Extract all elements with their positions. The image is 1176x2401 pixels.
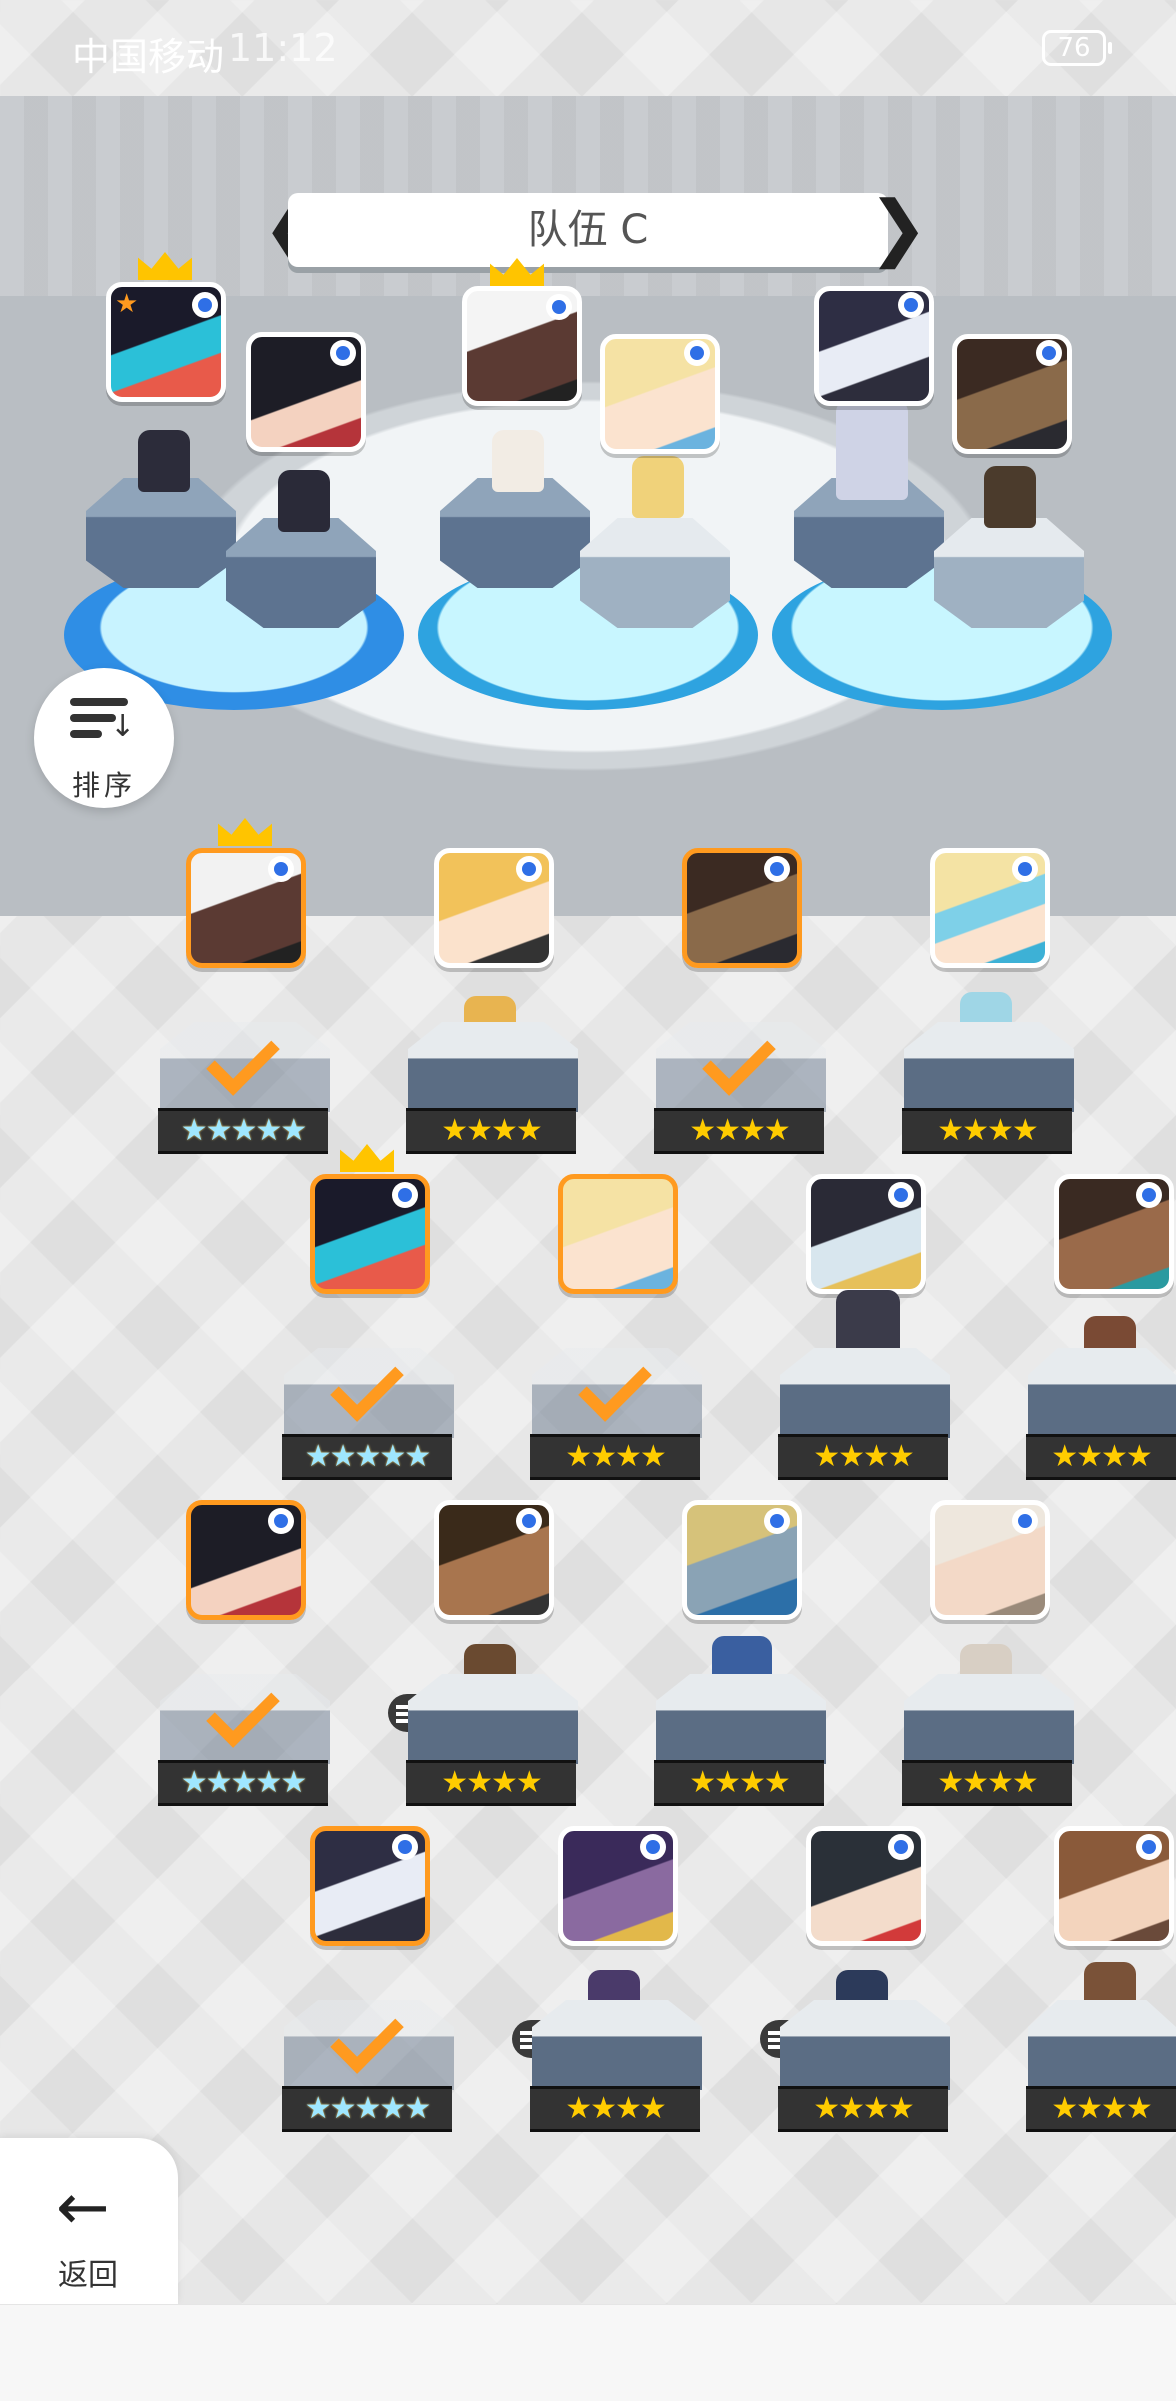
star-rating: ★★★★ — [778, 1434, 948, 1480]
star-rating: ★★★★★ — [282, 1434, 452, 1480]
team-pedestal — [86, 478, 236, 588]
hero-pedestal — [408, 1022, 578, 1112]
hero-pedestal — [780, 1348, 950, 1438]
leader-star-icon: ★ — [115, 289, 139, 319]
star-rating: ★★★★ — [654, 1760, 824, 1806]
hero-card-6[interactable] — [558, 1174, 678, 1294]
online-dot-icon — [1012, 1508, 1038, 1534]
online-dot-icon — [392, 1182, 418, 1208]
star-rating: ★★★★ — [1026, 1434, 1176, 1480]
online-dot-icon — [516, 1508, 542, 1534]
online-dot-icon — [764, 1508, 790, 1534]
hero-pedestal — [408, 1674, 578, 1764]
carrier-label: 中国移动 — [72, 35, 225, 79]
team-sprite — [278, 470, 330, 532]
team-pedestal — [440, 478, 590, 588]
hero-pedestal — [1028, 2000, 1176, 2090]
hero-pedestal — [780, 2000, 950, 2090]
star-rating: ★★★★★ — [158, 1760, 328, 1806]
sort-button[interactable]: ↓ 排序 — [34, 668, 174, 808]
star-rating: ★★★★ — [778, 2086, 948, 2132]
online-dot-icon — [546, 294, 572, 320]
online-dot-icon — [684, 340, 710, 366]
hero-pedestal — [1028, 1348, 1176, 1438]
online-dot-icon — [268, 1508, 294, 1534]
next-team-button[interactable]: ❯ — [868, 188, 928, 272]
sort-label: 排序 — [71, 769, 136, 802]
online-dot-icon — [1012, 856, 1038, 882]
team-pedestal — [934, 518, 1084, 628]
team-sprite — [632, 456, 684, 518]
team-sprite — [984, 466, 1036, 528]
star-rating: ★★★★ — [530, 2086, 700, 2132]
star-rating: ★★★★ — [654, 1108, 824, 1154]
online-dot-icon — [268, 856, 294, 882]
team-sprite — [836, 400, 908, 500]
clock: 11:12 — [228, 26, 338, 70]
online-dot-icon — [1036, 340, 1062, 366]
team-sprite — [492, 430, 544, 492]
star-rating: ★★★★ — [406, 1760, 576, 1806]
status-bar: 中国移动 11:12 76 — [0, 0, 1176, 96]
online-dot-icon — [192, 292, 218, 318]
sort-icon: ↓ — [70, 698, 135, 742]
online-dot-icon — [1136, 1182, 1162, 1208]
hero-pedestal — [904, 1674, 1074, 1764]
online-dot-icon — [764, 856, 790, 882]
bottom-bar — [0, 2304, 1176, 2401]
online-dot-icon — [516, 856, 542, 882]
back-arrow-icon: ← — [56, 2171, 110, 2245]
hero-pedestal — [532, 2000, 702, 2090]
team-pedestal — [226, 518, 376, 628]
team-name-banner: 队伍 C — [288, 193, 888, 267]
star-rating: ★★★★ — [902, 1108, 1072, 1154]
online-dot-icon — [392, 1834, 418, 1860]
online-dot-icon — [330, 340, 356, 366]
team-pedestal — [580, 518, 730, 628]
crown-icon — [340, 1144, 394, 1172]
online-dot-icon — [1136, 1834, 1162, 1860]
star-rating: ★★★★ — [406, 1108, 576, 1154]
online-dot-icon — [640, 1834, 666, 1860]
online-dot-icon — [898, 292, 924, 318]
online-dot-icon — [888, 1182, 914, 1208]
hero-pedestal — [656, 1674, 826, 1764]
star-rating: ★★★★★ — [158, 1108, 328, 1154]
online-dot-icon — [888, 1834, 914, 1860]
battery-indicator: 76 — [1042, 30, 1112, 66]
star-rating: ★★★★ — [902, 1760, 1072, 1806]
team-sprite — [138, 430, 190, 492]
back-label: 返回 — [58, 2258, 118, 2293]
star-rating: ★★★★ — [530, 1434, 700, 1480]
hero-pedestal — [904, 1022, 1074, 1112]
star-rating: ★★★★ — [1026, 2086, 1176, 2132]
star-rating: ★★★★★ — [282, 2086, 452, 2132]
back-button[interactable]: ← 返回 — [0, 2138, 178, 2304]
